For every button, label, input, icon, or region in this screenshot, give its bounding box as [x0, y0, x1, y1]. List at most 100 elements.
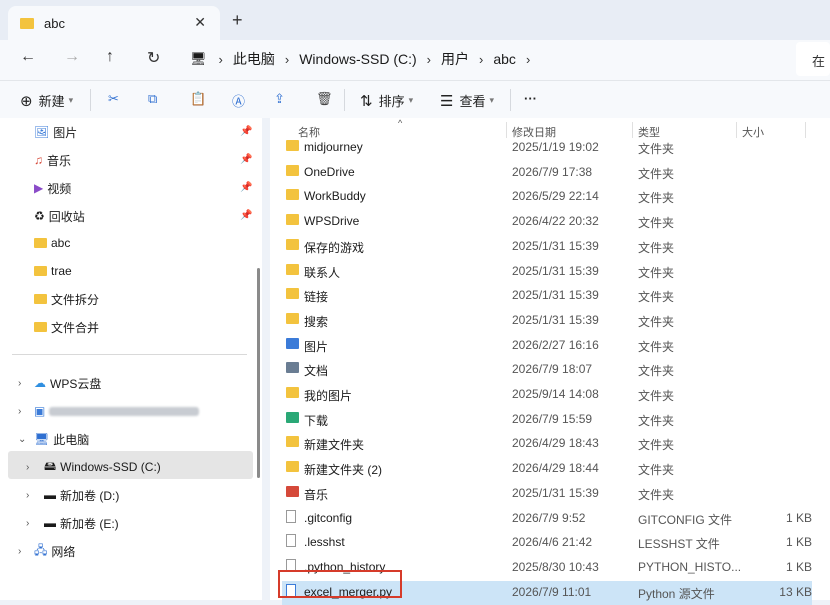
- folder-icon: [286, 312, 299, 324]
- downloads-folder-icon: [286, 411, 299, 423]
- modified-date: 2025/1/31 15:39: [512, 263, 599, 278]
- refresh-button[interactable]: ↻: [147, 48, 160, 68]
- table-row[interactable]: 保存的游戏 2025/1/31 15:39 文件夹: [282, 235, 812, 259]
- pin-icon[interactable]: 📌: [240, 210, 252, 221]
- cloud-icon: ☁: [34, 376, 46, 390]
- chevron-right-icon[interactable]: ›: [18, 378, 21, 389]
- up-button[interactable]: ↑: [106, 48, 114, 66]
- chevron-right-icon[interactable]: ›: [18, 546, 21, 557]
- sidebar-item-network[interactable]: 🖧 网络: [34, 541, 75, 561]
- sidebar-item-pictures[interactable]: 🖼 图片: [34, 122, 77, 142]
- tab-bar: abc ✕ +: [0, 0, 830, 40]
- file-type: 文件夹: [638, 438, 675, 453]
- table-row[interactable]: 新建文件夹 2026/4/29 18:43 文件夹: [282, 432, 812, 456]
- breadcrumb-users[interactable]: 用户: [441, 49, 469, 69]
- file-type: 文件夹: [638, 389, 675, 403]
- table-row[interactable]: 下载 2026/7/9 15:59 文件夹: [282, 408, 812, 432]
- table-row[interactable]: WPSDrive 2026/4/22 20:32 文件夹: [282, 210, 812, 234]
- tab-abc[interactable]: abc ✕: [8, 6, 220, 40]
- table-row[interactable]: .lesshst 2026/4/6 21:42 LESSHST 文件 1 KB: [282, 531, 812, 555]
- sidebar-item-c-drive[interactable]: 🖴 Windows-SSD (C:): [44, 457, 161, 477]
- more-options-button[interactable]: ···: [524, 91, 537, 106]
- sidebar-item-e-drive[interactable]: ▬ 新加卷 (E:): [44, 513, 119, 533]
- sort-icon: ⇅: [360, 92, 373, 110]
- delete-icon[interactable]: 🗑: [316, 91, 333, 107]
- pin-icon[interactable]: 📌: [240, 154, 252, 165]
- chevron-down-icon: ▾: [408, 95, 414, 105]
- pin-icon[interactable]: 📌: [240, 126, 252, 137]
- file-type: LESSHST 文件: [638, 537, 720, 552]
- sidebar-item-file-merge[interactable]: 文件合并: [34, 317, 99, 337]
- file-name: 音乐: [304, 487, 329, 502]
- table-row[interactable]: 文档 2026/7/9 18:07 文件夹: [282, 358, 812, 382]
- sort-indicator-icon: ^: [398, 118, 403, 128]
- back-button[interactable]: ←: [20, 48, 36, 66]
- file-type: 文件夹: [638, 290, 675, 305]
- pictures-folder-icon: [286, 337, 299, 349]
- close-tab-icon[interactable]: ✕: [194, 14, 206, 31]
- chevron-right-icon[interactable]: ›: [26, 462, 29, 473]
- file-type: 文件夹: [638, 463, 675, 478]
- search-input[interactable]: 在: [796, 42, 830, 76]
- sidebar-item-blurred[interactable]: ▣: [34, 401, 200, 421]
- sidebar-item-file-split[interactable]: 文件拆分: [34, 289, 99, 309]
- sidebar-item-wps-cloud[interactable]: ☁ WPS云盘: [34, 373, 101, 393]
- new-tab-button[interactable]: +: [232, 10, 243, 31]
- table-row[interactable]: 联系人 2025/1/31 15:39 文件夹: [282, 260, 812, 284]
- share-icon[interactable]: ⇪: [274, 91, 285, 107]
- chevron-right-icon[interactable]: ›: [26, 518, 29, 529]
- modified-date: 2026/7/9 9:52: [512, 510, 586, 525]
- file-name: midjourney: [304, 140, 363, 154]
- table-row[interactable]: .gitconfig 2026/7/9 9:52 GITCONFIG 文件 1 KB: [282, 507, 812, 531]
- sidebar-item-videos[interactable]: ▶ 视频: [34, 178, 71, 198]
- sidebar-item-label: WPS云盘: [50, 376, 102, 391]
- sidebar-item-trae[interactable]: trae: [34, 261, 72, 281]
- chevron-right-icon[interactable]: ›: [18, 406, 21, 417]
- table-row[interactable]: 音乐 2025/1/31 15:39 文件夹: [282, 482, 812, 506]
- folder-icon: [34, 294, 47, 304]
- sort-button[interactable]: ⇅ 排序 ▾: [360, 91, 413, 110]
- file-name: .gitconfig: [304, 510, 353, 525]
- pin-icon[interactable]: 📌: [240, 182, 252, 193]
- table-row[interactable]: 我的图片 2025/9/14 14:08 文件夹: [282, 383, 812, 407]
- breadcrumb-drive[interactable]: Windows-SSD (C:): [299, 51, 416, 67]
- table-row[interactable]: 新建文件夹 (2) 2026/4/29 18:44 文件夹: [282, 457, 812, 481]
- modified-date: 2025/1/31 15:39: [512, 485, 599, 500]
- sort-label: 排序: [378, 94, 405, 109]
- table-row[interactable]: midjourney 2025/1/19 19:02 文件夹: [282, 136, 812, 160]
- scrollbar[interactable]: [257, 268, 260, 478]
- chevron-right-icon[interactable]: ›: [26, 490, 29, 501]
- modified-date: 2026/7/9 18:07: [512, 362, 593, 377]
- table-row[interactable]: 图片 2026/2/27 16:16 文件夹: [282, 334, 812, 358]
- paste-icon[interactable]: 📋: [190, 91, 206, 107]
- view-button[interactable]: ☰ 查看 ▾: [440, 91, 494, 110]
- sidebar-item-this-pc[interactable]: 🖥 此电脑: [34, 429, 89, 449]
- recycle-bin-icon: ♻: [34, 209, 45, 223]
- breadcrumb-this-pc[interactable]: 此电脑: [233, 49, 275, 69]
- sidebar-item-recycle-bin[interactable]: ♻ 回收站: [34, 206, 85, 226]
- table-row[interactable]: WorkBuddy 2026/5/29 22:14 文件夹: [282, 185, 812, 209]
- modified-date: 2026/7/9 15:59: [512, 411, 593, 426]
- breadcrumb-separator[interactable]: ›: [526, 52, 530, 67]
- file-name: WPSDrive: [304, 214, 360, 229]
- sidebar-item-label: 此电脑: [53, 432, 90, 447]
- modified-date: 2025/1/31 15:39: [512, 238, 599, 253]
- table-row[interactable]: 链接 2025/1/31 15:39 文件夹: [282, 284, 812, 308]
- pictures-icon: 🖼: [34, 125, 50, 139]
- file-type: 文件夹: [638, 364, 675, 379]
- cut-icon[interactable]: ✂: [108, 91, 119, 107]
- breadcrumb-abc[interactable]: abc: [493, 51, 516, 67]
- rename-icon[interactable]: Ⓐ: [232, 91, 245, 110]
- table-row[interactable]: OneDrive 2026/7/9 17:38 文件夹: [282, 161, 812, 185]
- address-bar[interactable]: 🖥 › 此电脑 › Windows-SSD (C:) › 用户 › abc ›: [180, 42, 790, 76]
- file-type: 文件夹: [638, 314, 675, 329]
- forward-button[interactable]: →: [64, 48, 80, 66]
- chevron-down-icon[interactable]: ⌄: [18, 434, 26, 445]
- sidebar-item-abc[interactable]: abc: [34, 233, 70, 253]
- table-row[interactable]: 搜索 2025/1/31 15:39 文件夹: [282, 309, 812, 333]
- copy-icon[interactable]: ⧉: [148, 91, 157, 107]
- new-button[interactable]: ⊕ 新建 ▾: [20, 91, 73, 110]
- sidebar-item-music[interactable]: ♫ 音乐: [34, 150, 71, 170]
- modified-date: 2026/4/29 18:44: [512, 461, 599, 476]
- sidebar-item-d-drive[interactable]: ▬ 新加卷 (D:): [44, 485, 119, 505]
